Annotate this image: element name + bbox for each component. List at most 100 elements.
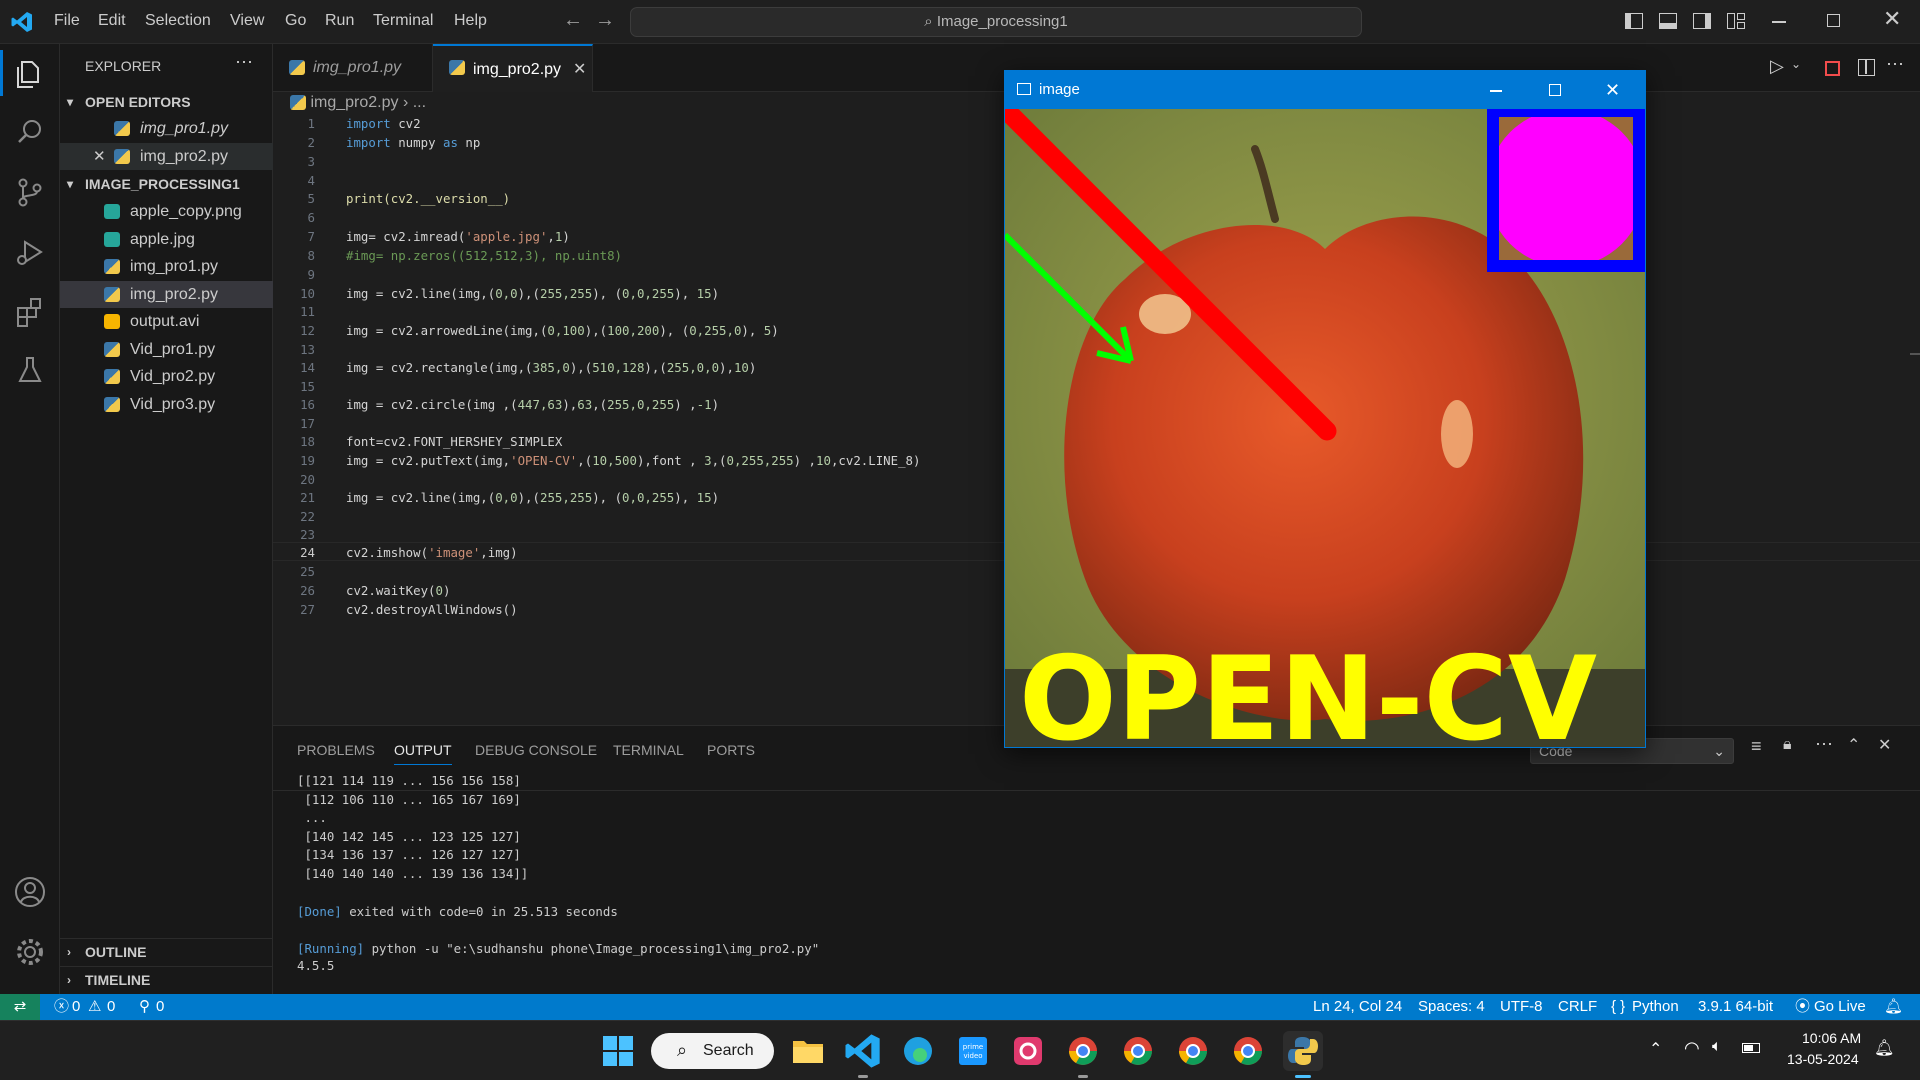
chevron-up-icon[interactable]: ⌃ [1649, 1039, 1662, 1059]
split-editor-icon[interactable] [1858, 59, 1875, 76]
language-mode[interactable]: Python [1632, 994, 1679, 1020]
back-arrow-icon[interactable]: ← [563, 9, 583, 32]
tab-ports[interactable]: PORTS [707, 742, 755, 758]
file-item[interactable]: img_pro1.py [60, 253, 273, 280]
tab-terminal[interactable]: TERMINAL [613, 742, 684, 758]
cursor-position[interactable]: Ln 24, Col 24 [1313, 994, 1402, 1020]
ports-count[interactable]: 0 [156, 994, 164, 1020]
search-icon[interactable] [12, 114, 48, 150]
customize-layout-icon[interactable] [1727, 13, 1745, 29]
maximize-icon[interactable] [1549, 84, 1561, 96]
file-item[interactable]: apple.jpg [60, 226, 273, 253]
file-item[interactable]: Vid_pro3.py [60, 391, 273, 418]
close-editor-icon[interactable]: ✕ [93, 143, 106, 170]
menu-view[interactable]: View [230, 12, 264, 30]
python-interpreter[interactable]: 3.9.1 64-bit [1698, 994, 1773, 1020]
windows-start-icon[interactable] [598, 1031, 638, 1071]
close-tab-icon[interactable]: ✕ [573, 46, 586, 94]
volume-icon[interactable]: 🔈︎ [1712, 1038, 1722, 1056]
file-item-selected[interactable]: img_pro2.py [60, 281, 273, 308]
ports-icon[interactable]: ⚲ [139, 994, 150, 1020]
tab-img-pro2[interactable]: img_pro2.py ✕ [433, 44, 593, 92]
clear-output-icon[interactable]: ≡ [1751, 736, 1762, 757]
testing-flask-icon[interactable] [12, 352, 48, 388]
menu-go[interactable]: Go [285, 12, 306, 30]
lock-scroll-icon[interactable]: 🔒︎ [1783, 736, 1792, 754]
explorer-icon[interactable] [12, 56, 48, 92]
maximize-panel-icon[interactable]: ⌃ [1847, 735, 1860, 755]
taskbar-search[interactable]: ⌕ Search [651, 1033, 774, 1069]
chrome-icon[interactable] [1228, 1031, 1268, 1071]
menu-selection[interactable]: Selection [145, 12, 211, 30]
image-canvas[interactable]: OPEN-CV [1005, 109, 1645, 747]
minimize-icon[interactable] [1490, 90, 1502, 92]
minimize-icon[interactable] [1772, 21, 1786, 23]
run-debug-icon[interactable] [12, 234, 48, 270]
open-editor-item[interactable]: ✕ img_pro2.py [60, 143, 273, 170]
close-panel-icon[interactable]: ✕ [1878, 735, 1891, 755]
notifications-bell-icon[interactable]: 🔔︎ [1874, 1038, 1894, 1058]
run-play-icon[interactable]: ▷ [1770, 56, 1784, 77]
error-icon[interactable]: ⓧ [54, 994, 69, 1020]
menu-run[interactable]: Run [325, 12, 354, 30]
account-icon[interactable] [12, 874, 48, 910]
creative-cloud-icon[interactable] [1008, 1031, 1048, 1071]
open-editors-section[interactable]: ▾ OPEN EDITORS [60, 89, 273, 115]
error-count[interactable]: 0 [72, 994, 80, 1020]
menu-edit[interactable]: Edit [98, 12, 126, 30]
toggle-primary-sidebar-icon[interactable] [1625, 13, 1643, 29]
timeline-section[interactable]: › TIMELINE [60, 966, 273, 992]
more-actions-icon[interactable]: ⋯ [235, 52, 253, 73]
toggle-secondary-sidebar-icon[interactable] [1693, 13, 1711, 29]
outline-section[interactable]: › OUTLINE [60, 938, 273, 964]
toggle-panel-icon[interactable] [1659, 13, 1677, 29]
chrome-profile-icon[interactable] [1118, 1031, 1158, 1071]
python-app-icon[interactable] [1283, 1031, 1323, 1078]
battery-icon[interactable] [1742, 1043, 1760, 1053]
file-item[interactable]: apple_copy.png [60, 198, 273, 225]
notifications-bell-icon[interactable]: 🔔︎ [1884, 994, 1903, 1020]
more-actions-icon[interactable]: ⋯ [1886, 54, 1904, 75]
settings-gear-icon[interactable] [12, 934, 48, 970]
warning-icon[interactable]: ⚠ [88, 994, 101, 1020]
indentation[interactable]: Spaces: 4 [1418, 994, 1485, 1020]
menu-help[interactable]: Help [454, 12, 487, 30]
file-item[interactable]: Vid_pro2.py [60, 363, 273, 390]
open-editor-item[interactable]: img_pro1.py [60, 115, 273, 142]
tab-problems[interactable]: PROBLEMS [297, 742, 375, 758]
tab-debug-console[interactable]: DEBUG CONSOLE [475, 742, 597, 758]
file-item[interactable]: Vid_pro1.py [60, 336, 273, 363]
warning-count[interactable]: 0 [107, 994, 115, 1020]
breadcrumb[interactable]: img_pro2.py › ... [290, 92, 426, 114]
language-braces-icon[interactable]: { } [1611, 994, 1625, 1020]
tab-img-pro1[interactable]: img_pro1.py [273, 44, 433, 92]
remote-indicator[interactable]: ⇄ [0, 994, 40, 1020]
edge-browser-icon[interactable] [898, 1031, 938, 1071]
image-window-titlebar[interactable]: image ✕ [1005, 71, 1645, 109]
file-explorer-icon[interactable] [788, 1031, 828, 1071]
menu-terminal[interactable]: Terminal [373, 12, 433, 30]
command-center-search[interactable]: ⌕ Image_processing1 [630, 7, 1362, 37]
prime-video-icon[interactable]: prime video [953, 1031, 993, 1071]
close-icon[interactable]: ✕ [1605, 71, 1620, 109]
clock-date[interactable]: 13-05-2024 [1787, 1051, 1859, 1067]
menu-file[interactable]: File [54, 12, 80, 30]
project-folder-section[interactable]: ▾ IMAGE_PROCESSING1 [60, 171, 273, 197]
stop-icon[interactable] [1825, 61, 1840, 76]
restore-icon[interactable] [1827, 14, 1840, 27]
wifi-icon[interactable]: ◠ [1684, 1038, 1700, 1059]
close-icon[interactable]: ✕ [1883, 6, 1901, 32]
chrome-profile-icon[interactable] [1173, 1031, 1213, 1071]
vscode-taskbar-icon[interactable] [843, 1031, 883, 1078]
end-of-line[interactable]: CRLF [1558, 994, 1597, 1020]
file-item[interactable]: output.avi [60, 308, 273, 335]
go-live-label[interactable]: Go Live [1814, 994, 1866, 1020]
source-control-icon[interactable] [12, 174, 48, 210]
encoding[interactable]: UTF-8 [1500, 994, 1543, 1020]
more-actions-icon[interactable]: ⋯ [1815, 734, 1833, 755]
go-live-icon[interactable]: ⦿ [1795, 994, 1810, 1020]
chevron-down-icon[interactable]: ⌄ [1791, 57, 1801, 71]
forward-arrow-icon[interactable]: → [595, 9, 615, 32]
opencv-image-window[interactable]: image ✕ OPEN-CV [1004, 70, 1646, 748]
extensions-icon[interactable] [12, 294, 48, 330]
